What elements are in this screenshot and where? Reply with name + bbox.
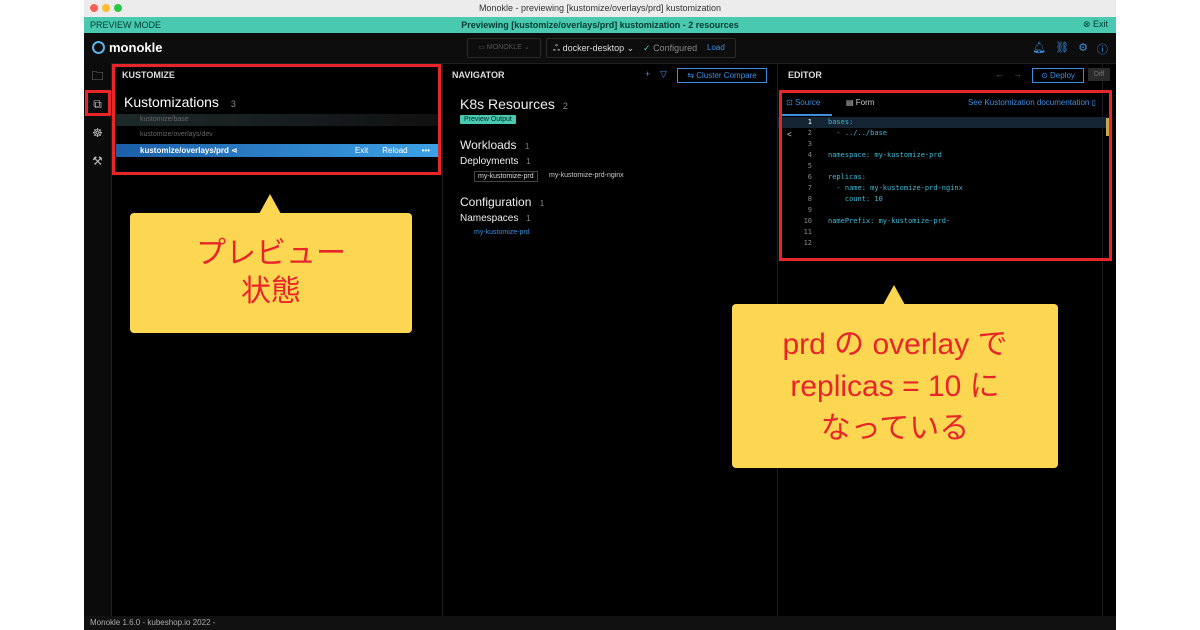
deploy-icon: ⊙: [1041, 71, 1048, 80]
workloads-label: Workloads: [460, 138, 517, 152]
folder-open-icon[interactable]: 🗀: [89, 68, 106, 85]
deploy-label: Deploy: [1050, 71, 1075, 80]
preview-mode-bar: PREVIEW MODE Previewing [kustomize/overl…: [84, 17, 1116, 33]
chevron-down-icon: ⌄: [626, 43, 635, 53]
bell-icon[interactable]: 🔔︎: [1032, 41, 1046, 57]
folder-icon: ▭: [478, 44, 485, 51]
namespace-item[interactable]: my-kustomize-prd: [474, 229, 530, 236]
right-callout-pointer: [883, 285, 905, 305]
link-icon[interactable]: ⛓: [1055, 41, 1069, 57]
cluster-compare-label: Cluster Compare: [696, 71, 757, 80]
left-callout-line1: プレビュー: [196, 237, 346, 270]
right-callout-line2: replicas = 10 に: [790, 370, 1000, 403]
status-bar: Monokle 1.6.0 - kubeshop.io 2022 -: [84, 616, 1116, 630]
navigator-panel-header: NAVIGATOR: [452, 70, 505, 80]
editor-highlight-box: [779, 90, 1112, 261]
context-label: docker-desktop: [562, 43, 625, 53]
context-dropdown[interactable]: ஃ docker-desktop ⌄: [553, 39, 634, 57]
gear-icon[interactable]: ⚙: [1078, 41, 1088, 57]
header-icons: 🔔︎ ⛓ ⚙ ⓘ: [1032, 41, 1108, 57]
workloads-count: 1: [524, 142, 530, 151]
right-callout-line1: prd の overlay で: [782, 328, 1008, 361]
kustomize-icon-highlight-box: [85, 90, 111, 116]
compare-icon: ⇆: [687, 71, 694, 80]
window-titlebar: Monokle - previewing [kustomize/overlays…: [84, 0, 1116, 18]
exit-preview-button[interactable]: ⊗ Exit: [1083, 19, 1108, 30]
deployment-name[interactable]: my-kustomize-prd-nginx: [549, 172, 624, 179]
right-callout: prd の overlay で replicas = 10 に なっている: [732, 304, 1058, 468]
window-title: Monokle - previewing [kustomize/overlays…: [478, 3, 722, 13]
k8s-resources-title: K8s Resources 2: [460, 96, 568, 112]
cluster-selector: ஃ docker-desktop ⌄ ✓ Configured Load: [546, 38, 736, 58]
cluster-icon: ஃ: [553, 43, 561, 53]
monokle-logo: monokle: [92, 40, 162, 55]
check-circle-icon: ✓: [643, 43, 651, 53]
workloads-section[interactable]: Workloads 1: [460, 138, 529, 152]
filter-icon[interactable]: ▽: [660, 69, 667, 80]
config-status: ✓ Configured: [643, 39, 697, 57]
namespaces-label: Namespaces: [460, 213, 519, 224]
deployment-namespace-chip[interactable]: my-kustomize-prd: [474, 171, 538, 182]
arrow-left-icon[interactable]: ←: [995, 69, 1004, 79]
help-icon[interactable]: ⓘ: [1097, 41, 1108, 57]
template-icon[interactable]: ⚒: [89, 153, 106, 170]
helm-icon[interactable]: ☸: [89, 125, 106, 142]
load-cluster-button[interactable]: Load: [707, 39, 725, 57]
app-header: monokle ▭ MONOKLE ⌄ ஃ docker-desktop ⌄ ✓…: [84, 33, 1116, 64]
chevron-down-icon: ⌄: [523, 44, 530, 51]
left-callout-line2: 状態: [241, 275, 301, 308]
k8s-resources-count: 2: [562, 101, 568, 111]
left-callout: プレビュー 状態: [130, 213, 412, 333]
k8s-resources-title-text: K8s Resources: [460, 96, 555, 112]
deployments-count: 1: [526, 157, 531, 166]
namespaces-count: 1: [526, 214, 531, 223]
preview-message: Previewing [kustomize/overlays/prd] kust…: [461, 20, 739, 30]
logo-text: monokle: [109, 40, 163, 55]
deployments-label: Deployments: [460, 156, 519, 167]
right-callout-line3: なっている: [820, 412, 970, 445]
preview-output-badge: Preview Output: [460, 115, 516, 124]
configuration-section[interactable]: Configuration 1: [460, 195, 544, 209]
config-status-label: Configured: [653, 43, 698, 53]
left-callout-pointer: [259, 194, 281, 214]
add-icon[interactable]: +: [645, 69, 650, 79]
deployments-section[interactable]: Deployments 1: [460, 156, 531, 167]
panel-divider: [442, 63, 443, 616]
configuration-label: Configuration: [460, 195, 532, 209]
logo-ring-icon: [92, 41, 105, 54]
deploy-button[interactable]: ⊙ Deploy: [1032, 68, 1084, 83]
cluster-compare-button[interactable]: ⇆ Cluster Compare: [677, 68, 767, 83]
kustomize-highlight-box: [112, 64, 441, 175]
editor-panel-header: EDITOR: [788, 70, 822, 80]
activity-bar: 🗀 ⧉ ☸ ⚒: [84, 63, 112, 616]
project-label: MONOKLE: [486, 44, 522, 51]
arrow-right-icon[interactable]: →: [1013, 69, 1022, 79]
exit-preview-label: Exit: [1092, 19, 1108, 29]
close-circle-icon: ⊗: [1082, 19, 1091, 29]
namespaces-section[interactable]: Namespaces 1: [460, 213, 531, 224]
project-selector[interactable]: ▭ MONOKLE ⌄: [467, 38, 541, 58]
configuration-count: 1: [539, 199, 545, 208]
diff-button[interactable]: Diff: [1088, 68, 1110, 81]
